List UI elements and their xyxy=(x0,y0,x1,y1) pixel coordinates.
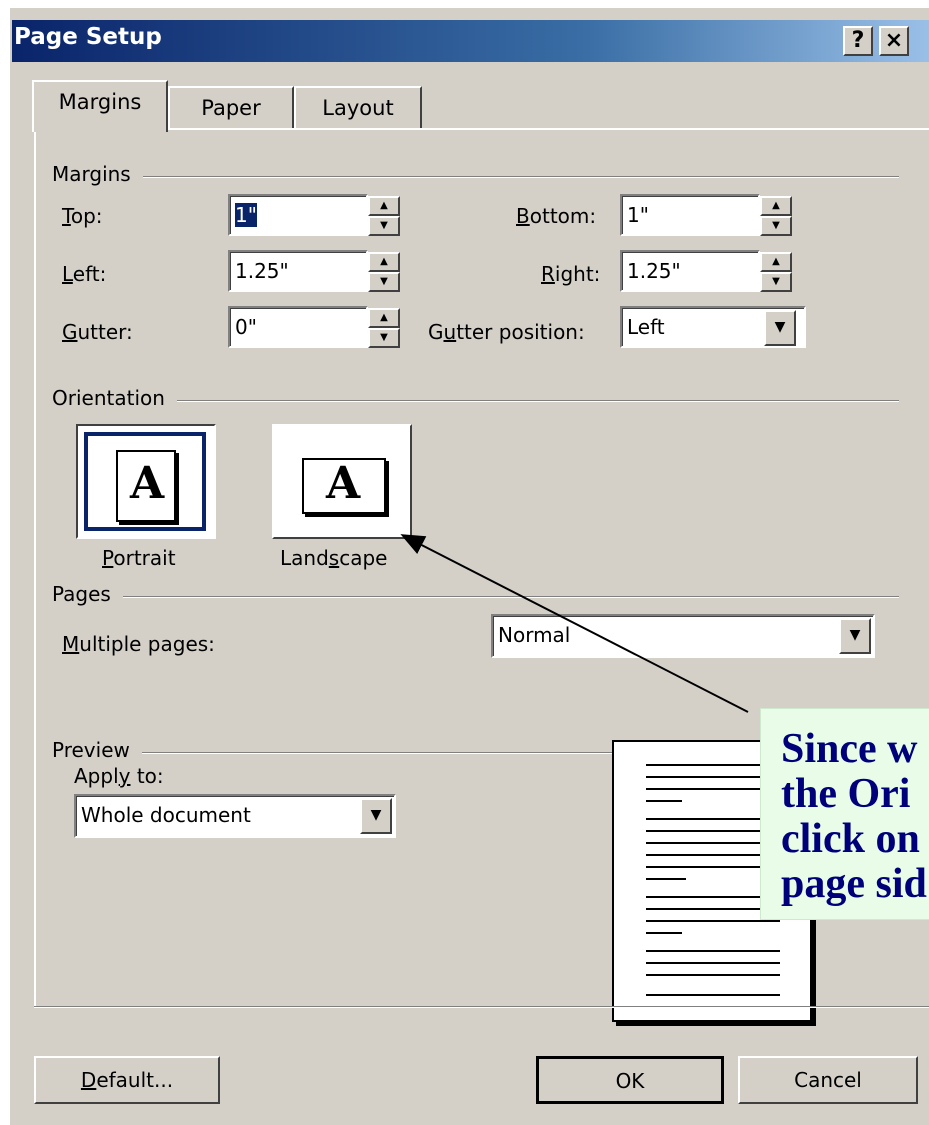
arrow-annotation xyxy=(400,534,749,713)
